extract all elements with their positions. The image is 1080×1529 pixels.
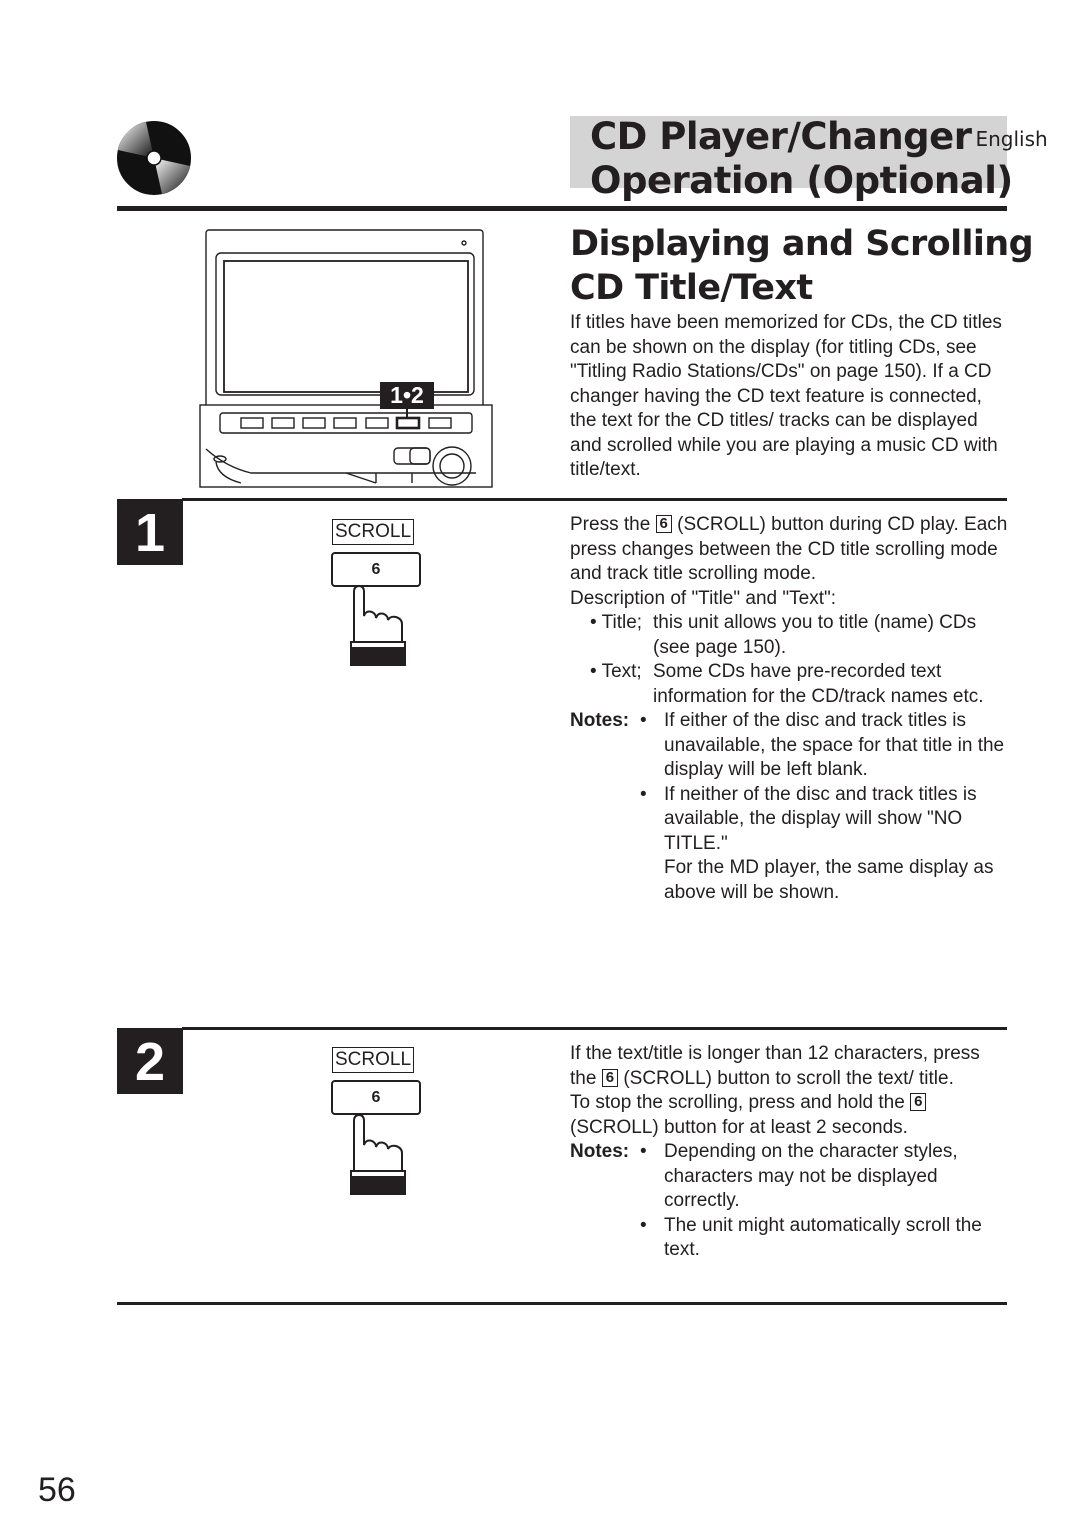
note-text: Depending on the character styles, chara… bbox=[664, 1141, 958, 1211]
note-extra: For the MD player, the same display as a… bbox=[664, 857, 994, 903]
note-text: If neither of the disc and track titles … bbox=[664, 783, 977, 854]
note-item: • If either of the disc and track titles … bbox=[640, 709, 1010, 783]
head-unit-illustration bbox=[199, 229, 493, 488]
pressing-hand-icon bbox=[350, 586, 406, 666]
step-2-divider bbox=[182, 1027, 1007, 1030]
step-1-main-text: Press the 6 (SCROLL) button during CD pl… bbox=[570, 513, 1010, 587]
note-item: • Depending on the character styles, char… bbox=[640, 1140, 1010, 1214]
step-1-divider bbox=[182, 498, 1007, 501]
notes-label: Notes: bbox=[570, 1141, 630, 1162]
text-fragment: (SCROLL) button to scroll the text/ titl… bbox=[623, 1067, 954, 1089]
bottom-divider bbox=[117, 1302, 1007, 1305]
callout-label: 1•2 bbox=[380, 382, 434, 409]
description-text: Some CDs have pre-recorded text informat… bbox=[653, 661, 984, 707]
notes-list: • If either of the disc and track titles … bbox=[640, 709, 1010, 905]
description-key: • Text; bbox=[590, 661, 642, 682]
key-6-inline: 6 bbox=[601, 1068, 619, 1087]
cd-disc-icon bbox=[117, 121, 191, 195]
note-text: If either of the disc and track titles i… bbox=[664, 710, 1005, 780]
description-title: • Title; this unit allows you to title (… bbox=[570, 611, 1010, 660]
language-label: English bbox=[975, 127, 1048, 151]
chapter-title-line1: CD Player/Changer English bbox=[590, 114, 1048, 160]
step-2-stop-text: To stop the scrolling, press and hold th… bbox=[570, 1091, 1010, 1140]
key-6-inline: 6 bbox=[655, 515, 672, 533]
description-text: this unit allows you to title (name) CDs… bbox=[653, 612, 977, 658]
step-2-number: 2 bbox=[117, 1028, 183, 1094]
text-fragment: To stop the scrolling, press and hold th… bbox=[570, 1092, 905, 1113]
description-key: • Title; bbox=[590, 612, 643, 633]
chapter-title-line2: Operation (Optional) bbox=[590, 159, 1013, 202]
scroll-button-label: SCROLL bbox=[332, 519, 415, 545]
text-fragment: (SCROLL) button for at least 2 seconds. bbox=[570, 1116, 908, 1138]
step-1-number: 1 bbox=[117, 499, 183, 565]
scroll-key-6: 6 bbox=[331, 1080, 421, 1115]
notes-label: Notes: bbox=[570, 710, 630, 731]
note-item: • If neither of the disc and track titles… bbox=[640, 783, 1010, 857]
section-title-line1: Displaying and Scrolling bbox=[570, 224, 1034, 264]
scroll-button-label: SCROLL bbox=[332, 1047, 415, 1073]
description-heading: Description of "Title" and "Text": bbox=[570, 587, 836, 609]
note-item: • The unit might automatically scroll the… bbox=[640, 1214, 1010, 1263]
section-title-line2: CD Title/Text bbox=[570, 268, 813, 308]
scroll-key-6: 6 bbox=[331, 552, 421, 587]
pressing-hand-icon bbox=[350, 1115, 406, 1195]
note-text: The unit might automatically scroll the … bbox=[664, 1214, 982, 1261]
step-2-main-text: If the text/title is longer than 12 char… bbox=[570, 1042, 1010, 1091]
header-divider bbox=[117, 206, 1007, 211]
callout-leader bbox=[406, 409, 408, 419]
description-text-item: • Text; Some CDs have pre-recorded text … bbox=[570, 660, 1010, 709]
section-title: Displaying and Scrolling CD Title/Text bbox=[570, 222, 1034, 310]
notes-list: • Depending on the character styles, char… bbox=[640, 1140, 1010, 1263]
key-6-inline: 6 bbox=[910, 1093, 927, 1111]
notes-block: Notes: • If either of the disc and track … bbox=[570, 709, 1010, 905]
intro-paragraph: If titles have been memorized for CDs, t… bbox=[570, 312, 1002, 480]
text-fragment: Press the bbox=[570, 514, 651, 535]
step-2-instructions: If the text/title is longer than 12 char… bbox=[570, 1042, 1010, 1263]
chapter-title-text: CD Player/Changer bbox=[590, 115, 972, 158]
page-number: 56 bbox=[38, 1471, 76, 1509]
notes-block: Notes: • Depending on the character style… bbox=[570, 1140, 1010, 1263]
step-1-instructions: Press the 6 (SCROLL) button during CD pl… bbox=[570, 513, 1010, 905]
